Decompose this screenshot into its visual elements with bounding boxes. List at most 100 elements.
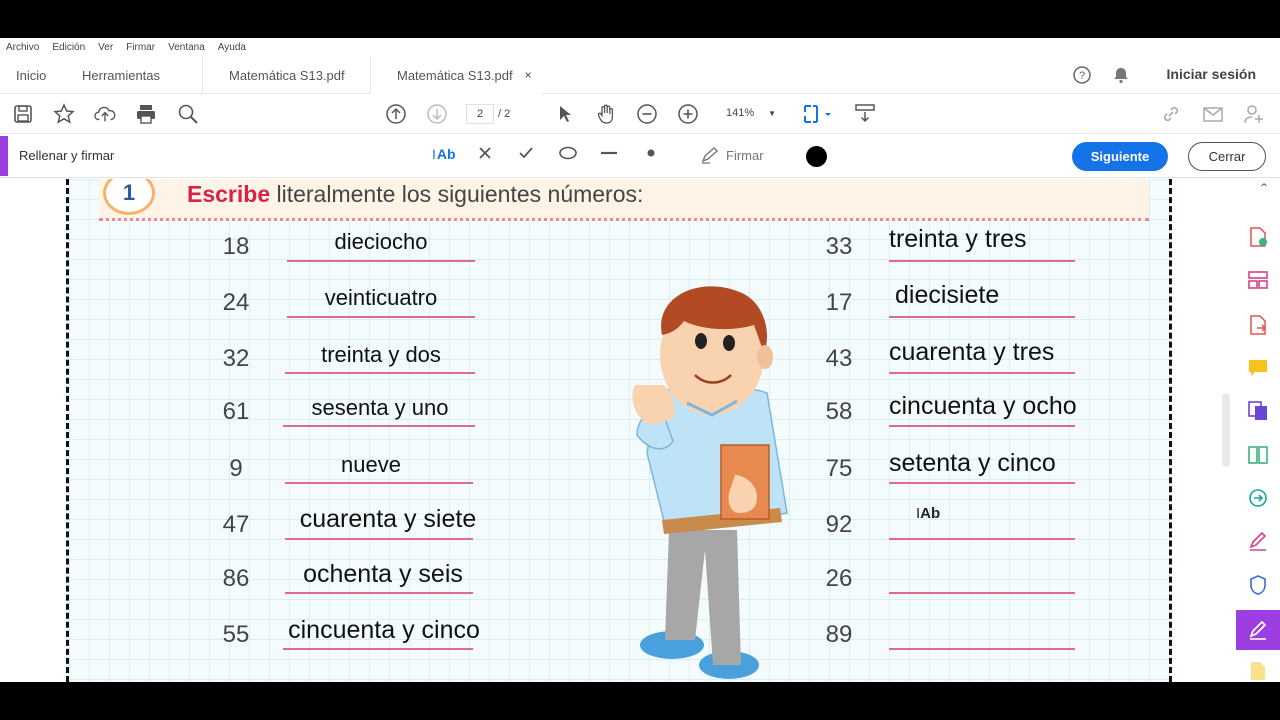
dot-icon — [647, 149, 655, 157]
left-number-2: 24 — [222, 289, 250, 316]
email-icon[interactable] — [1202, 103, 1224, 125]
search-icon[interactable] — [177, 103, 199, 125]
left-answer-line-4 — [283, 425, 475, 427]
right-answer-field-2[interactable]: diecisiete — [895, 281, 1019, 310]
print-icon[interactable] — [135, 103, 157, 125]
document-view[interactable]: 1 Escribe literalmente los siguientes nú… — [0, 179, 1220, 682]
menu-ver[interactable]: Ver — [98, 42, 113, 53]
left-answer-line-8 — [283, 648, 473, 650]
sign-in-link[interactable]: Iniciar sesión — [1167, 66, 1256, 82]
menu-firmar[interactable]: Firmar — [126, 42, 155, 53]
fill-sign-icon[interactable] — [1236, 610, 1280, 650]
main-toolbar: 2 / 2 141% ▼ — [0, 94, 1280, 134]
page-number-input[interactable]: 2 — [466, 104, 494, 124]
star-icon[interactable] — [53, 103, 75, 125]
page-indicator: 2 / 2 — [466, 104, 510, 124]
left-answer-field-7[interactable]: ochenta y seis — [285, 560, 481, 589]
share-user-icon[interactable] — [1243, 103, 1265, 125]
page-up-icon[interactable] — [385, 103, 407, 125]
cross-mark-tool[interactable] — [478, 146, 492, 160]
left-answer-field-3[interactable]: treinta y dos — [285, 342, 477, 368]
tab-document-2[interactable]: Matemática S13.pdf × — [370, 56, 542, 94]
right-answer-line-1 — [889, 260, 1075, 262]
left-answer-field-8[interactable]: cincuenta y cinco — [275, 616, 493, 645]
send-review-icon[interactable] — [1246, 486, 1270, 510]
pen-sign-icon — [701, 147, 719, 164]
check-mark-tool[interactable] — [518, 146, 534, 160]
circle-tool[interactable] — [558, 146, 578, 160]
menu-ayuda[interactable]: Ayuda — [218, 42, 246, 53]
left-number-6: 47 — [222, 511, 250, 538]
page-down-icon[interactable] — [426, 103, 448, 125]
left-number-8: 55 — [222, 621, 250, 648]
right-answer-line-5 — [889, 482, 1075, 484]
tool-accent-bar — [0, 136, 8, 176]
hand-tool-icon[interactable] — [595, 103, 617, 125]
left-answer-line-3 — [285, 372, 475, 374]
menu-archivo[interactable]: Archivo — [6, 42, 39, 53]
left-number-7: 86 — [222, 565, 250, 592]
zoom-select[interactable]: 141% ▼ — [716, 102, 778, 124]
chevron-down-icon: ▼ — [768, 108, 777, 118]
page-fit-icon[interactable] — [800, 103, 834, 125]
collapse-panel-icon[interactable]: ⌃ — [1252, 176, 1276, 200]
sign-tool[interactable]: Firmar — [700, 146, 764, 164]
add-text-label: Ab — [436, 146, 456, 162]
next-button[interactable]: Siguiente — [1072, 142, 1168, 171]
right-answer-field-1[interactable]: treinta y tres — [889, 225, 1053, 254]
tab-close-icon[interactable]: × — [525, 68, 532, 82]
right-answer-line-3 — [889, 372, 1075, 374]
tab-document-1[interactable]: Matemática S13.pdf — [202, 56, 370, 94]
left-answer-field-2[interactable]: veinticuatro — [285, 285, 477, 311]
acrobat-window: Archivo Edición Ver Firmar Ventana Ayuda… — [0, 38, 1280, 682]
compare-files-icon[interactable] — [1246, 443, 1270, 467]
save-icon[interactable] — [12, 103, 34, 125]
select-cursor-icon[interactable] — [554, 103, 576, 125]
check-icon — [519, 147, 533, 159]
color-picker[interactable] — [806, 146, 827, 167]
left-answer-field-1[interactable]: dieciocho — [285, 229, 477, 255]
close-button[interactable]: Cerrar — [1188, 142, 1266, 171]
tab-herramientas[interactable]: Herramientas — [82, 56, 160, 94]
instruction-bold: Escribe — [187, 181, 271, 207]
right-number-3: 43 — [825, 345, 853, 372]
left-answer-field-4[interactable]: sesenta y uno — [285, 395, 475, 421]
edit-pdf-icon[interactable] — [1246, 529, 1270, 553]
line-tool[interactable] — [600, 146, 618, 160]
right-number-4: 58 — [825, 398, 853, 425]
left-answer-line-7 — [285, 592, 473, 594]
page-total: / 2 — [498, 108, 511, 120]
right-number-6: 92 — [825, 511, 853, 538]
bell-icon[interactable] — [1110, 64, 1132, 86]
fill-and-sign-bar: Rellenar y firmar I Ab Firmar Siguiente C… — [0, 134, 1280, 178]
create-pdf-icon[interactable] — [1246, 225, 1270, 249]
add-text-tool[interactable]: I Ab — [432, 146, 456, 162]
protect-icon[interactable] — [1246, 573, 1270, 597]
scroll-mode-icon[interactable] — [854, 102, 876, 124]
menu-bar: Archivo Edición Ver Firmar Ventana Ayuda — [0, 38, 1280, 56]
organize-pages-icon[interactable] — [1246, 268, 1270, 292]
zoom-out-icon[interactable] — [636, 103, 658, 125]
menu-ventana[interactable]: Ventana — [168, 42, 205, 53]
dot-tool[interactable] — [645, 146, 657, 160]
right-answer-field-5[interactable]: setenta y cinco — [889, 449, 1083, 478]
tab-bar: Inicio Herramientas Matemática S13.pdf M… — [0, 56, 1280, 94]
more-tools-icon[interactable] — [1246, 659, 1270, 682]
menu-edicion[interactable]: Edición — [52, 42, 85, 53]
link-icon[interactable] — [1160, 103, 1182, 125]
upload-cloud-icon[interactable] — [94, 103, 116, 125]
tab-inicio[interactable]: Inicio — [16, 56, 46, 94]
left-answer-field-5[interactable]: nueve — [285, 452, 457, 478]
help-icon[interactable]: ? — [1071, 64, 1093, 86]
comment-icon[interactable] — [1246, 356, 1270, 380]
right-answer-line-4 — [889, 425, 1075, 427]
zoom-in-icon[interactable] — [677, 103, 699, 125]
left-number-5: 9 — [229, 455, 243, 482]
right-answer-line-2 — [889, 316, 1075, 318]
combine-files-icon[interactable] — [1246, 399, 1270, 423]
left-answer-field-6[interactable]: cuarenta y siete — [285, 505, 491, 534]
vertical-scrollbar[interactable] — [1222, 393, 1230, 467]
right-answer-field-3[interactable]: cuarenta y tres — [889, 338, 1079, 367]
export-pdf-icon[interactable] — [1246, 313, 1270, 337]
right-answer-field-4[interactable]: cincuenta y ocho — [889, 392, 1101, 421]
